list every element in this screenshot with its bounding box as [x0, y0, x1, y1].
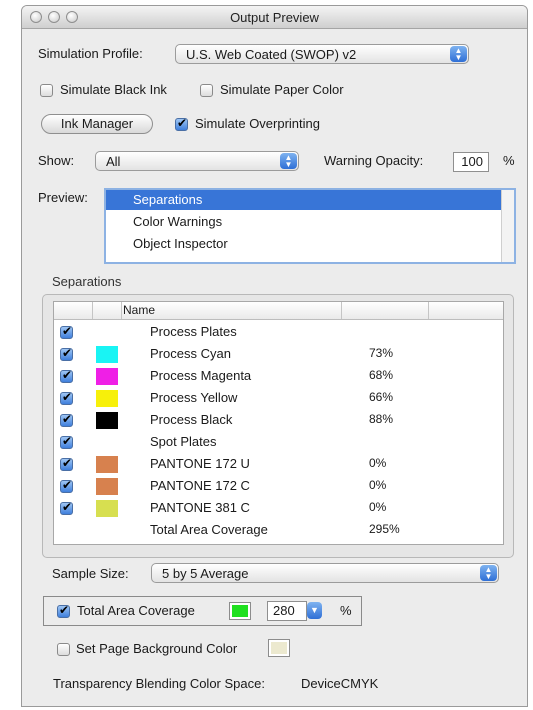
- plate-coverage: 0%: [369, 500, 387, 514]
- page-background-color[interactable]: [268, 639, 290, 657]
- total-area-coverage-color[interactable]: [229, 602, 251, 620]
- plate-name: Process Yellow: [150, 390, 238, 405]
- table-row[interactable]: PANTONE 172 C 0%: [54, 475, 503, 497]
- total-area-coverage-box: Total Area Coverage 280 ▼ %: [43, 596, 362, 626]
- separations-group-label: Separations: [52, 274, 122, 289]
- sample-size-label: Sample Size:: [52, 566, 129, 581]
- table-row[interactable]: Process Magenta 68%: [54, 365, 503, 387]
- simulation-profile-value: U.S. Web Coated (SWOP) v2: [186, 47, 357, 62]
- cyan-swatch: [96, 346, 118, 363]
- sample-size-popup[interactable]: 5 by 5 Average ▲ ▼: [151, 563, 499, 583]
- preview-item-color-warnings[interactable]: Color Warnings: [106, 212, 504, 232]
- total-area-coverage-label: Total Area Coverage: [77, 603, 195, 618]
- simulate-black-ink-label: Simulate Black Ink: [60, 82, 167, 97]
- warning-opacity-label: Warning Opacity:: [324, 153, 424, 168]
- plate-name: PANTONE 172 C: [150, 478, 250, 493]
- checkmark-icon[interactable]: [60, 478, 73, 493]
- table-row: Total Area Coverage 295%: [54, 519, 503, 541]
- name-column-header[interactable]: Name: [123, 303, 155, 317]
- up-down-arrows-icon: ▲ ▼: [480, 565, 497, 581]
- table-row[interactable]: Process Yellow 66%: [54, 387, 503, 409]
- simulate-black-ink-checkbox[interactable]: [40, 84, 53, 97]
- show-popup[interactable]: All ▲ ▼: [95, 151, 299, 171]
- warning-opacity-field[interactable]: 100: [453, 152, 489, 172]
- dropdown-arrow-icon[interactable]: ▼: [307, 602, 322, 619]
- plate-name: Process Cyan: [150, 346, 231, 361]
- simulate-paper-color-label: Simulate Paper Color: [220, 82, 344, 97]
- pantone-381c-swatch: [96, 500, 118, 517]
- table-row[interactable]: Spot Plates: [54, 431, 503, 453]
- plate-coverage: 0%: [369, 478, 387, 492]
- plate-coverage: 88%: [369, 412, 394, 426]
- checkmark-icon[interactable]: [60, 324, 73, 339]
- preview-label: Preview:: [38, 190, 88, 205]
- checkmark-icon[interactable]: [60, 368, 73, 383]
- simulate-paper-color-checkbox[interactable]: [200, 84, 213, 97]
- transparency-value: DeviceCMYK: [301, 676, 379, 691]
- pantone-172u-swatch: [96, 456, 118, 473]
- transparency-label: Transparency Blending Color Space:: [53, 676, 265, 691]
- table-row[interactable]: Process Plates: [54, 321, 503, 343]
- preview-item-object-inspector[interactable]: Object Inspector: [106, 234, 504, 254]
- checkmark-icon[interactable]: [60, 412, 73, 427]
- title-bar[interactable]: Output Preview: [22, 6, 527, 29]
- show-value: All: [106, 154, 121, 169]
- plate-name: Spot Plates: [150, 434, 217, 449]
- checkmark-icon[interactable]: [60, 456, 73, 471]
- sample-size-value: 5 by 5 Average: [162, 566, 249, 581]
- set-page-background-checkbox[interactable]: [57, 643, 70, 656]
- plate-name: Process Magenta: [150, 368, 252, 383]
- up-down-arrows-icon: ▲ ▼: [450, 46, 467, 62]
- simulate-overprinting-checkbox[interactable]: [175, 116, 188, 131]
- plate-coverage: 0%: [369, 456, 387, 470]
- plate-coverage: 68%: [369, 368, 394, 382]
- black-swatch: [96, 412, 118, 429]
- plate-name: Process Black: [150, 412, 233, 427]
- simulation-profile-label: Simulation Profile:: [38, 46, 143, 61]
- simulate-overprinting-label: Simulate Overprinting: [195, 116, 320, 131]
- yellow-swatch: [96, 390, 118, 407]
- total-area-coverage-checkbox[interactable]: [57, 603, 70, 618]
- separations-table-header: Name: [54, 302, 503, 320]
- simulation-profile-popup[interactable]: U.S. Web Coated (SWOP) v2 ▲ ▼: [175, 44, 469, 64]
- checkmark-icon[interactable]: [60, 390, 73, 405]
- preview-list[interactable]: Separations Color Warnings Object Inspec…: [104, 188, 516, 264]
- pantone-172c-swatch: [96, 478, 118, 495]
- total-coverage-value: 295%: [369, 522, 400, 536]
- up-down-arrows-icon: ▲ ▼: [280, 153, 297, 169]
- plate-name: Process Plates: [150, 324, 237, 339]
- warning-opacity-unit: %: [503, 153, 515, 168]
- total-area-coverage-unit: %: [340, 603, 352, 618]
- total-coverage-name: Total Area Coverage: [150, 522, 268, 537]
- checkmark-icon[interactable]: [60, 500, 73, 515]
- show-label: Show:: [38, 153, 75, 168]
- total-area-coverage-field[interactable]: 280: [267, 601, 307, 621]
- window-title: Output Preview: [230, 10, 319, 25]
- table-row[interactable]: PANTONE 381 C 0%: [54, 497, 503, 519]
- plate-coverage: 66%: [369, 390, 394, 404]
- preview-item-separations[interactable]: Separations: [106, 190, 504, 210]
- plate-name: PANTONE 172 U: [150, 456, 250, 471]
- table-row[interactable]: Process Cyan 73%: [54, 343, 503, 365]
- plate-name: PANTONE 381 C: [150, 500, 250, 515]
- output-preview-window: Output Preview Simulation Profile: U.S. …: [21, 5, 528, 707]
- ink-manager-button[interactable]: Ink Manager: [41, 114, 153, 134]
- table-row[interactable]: PANTONE 172 U 0%: [54, 453, 503, 475]
- checkmark-icon[interactable]: [60, 434, 73, 449]
- separations-table: Name Process Plates Process Cyan 73% Pro…: [53, 301, 504, 545]
- plate-coverage: 73%: [369, 346, 394, 360]
- checkmark-icon[interactable]: [60, 346, 73, 361]
- preview-list-scrollbar[interactable]: [501, 190, 514, 262]
- set-page-background-label: Set Page Background Color: [76, 641, 238, 656]
- magenta-swatch: [96, 368, 118, 385]
- table-row[interactable]: Process Black 88%: [54, 409, 503, 431]
- separations-group: Name Process Plates Process Cyan 73% Pro…: [42, 294, 514, 558]
